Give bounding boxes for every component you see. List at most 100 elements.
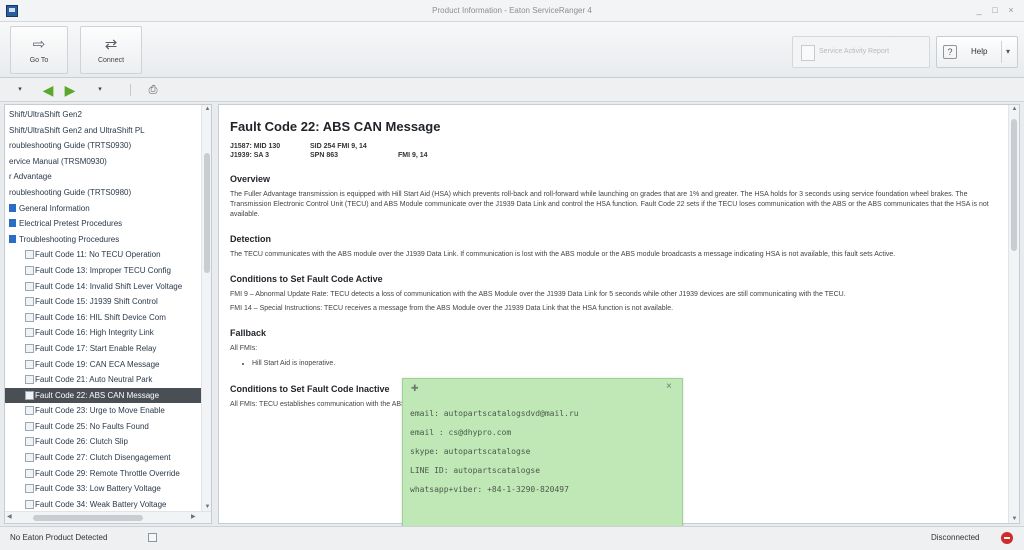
- scroll-thumb[interactable]: [204, 153, 210, 273]
- page-title: Fault Code 22: ABS CAN Message: [230, 119, 441, 134]
- document-vertical-scrollbar[interactable]: ▲ ▼: [1008, 105, 1019, 523]
- tree-item-label: Fault Code 22: ABS CAN Message: [35, 390, 160, 400]
- tree-item-fault-code[interactable]: Fault Code 16: High Integrity Link: [5, 325, 201, 341]
- page-icon: [25, 343, 34, 353]
- scroll-up-icon[interactable]: ▲: [204, 106, 211, 112]
- tree-item-fault-code[interactable]: Fault Code 11: No TECU Operation: [5, 247, 201, 263]
- tree-item-label: Fault Code 29: Remote Throttle Override: [35, 468, 180, 478]
- connect-button[interactable]: ⇄ Connect: [80, 26, 142, 74]
- help-icon: ?: [943, 45, 957, 59]
- tree-item[interactable]: Shift/UltraShift Gen2: [5, 107, 201, 123]
- tree-item-fault-code[interactable]: Fault Code 27: Clutch Disengagement: [5, 450, 201, 466]
- tree-item-label: Fault Code 17: Start Enable Relay: [35, 343, 157, 353]
- tree-item[interactable]: Troubleshooting Procedures: [5, 232, 201, 248]
- scroll-thumb[interactable]: [1011, 119, 1017, 251]
- pid-value: SID 254 FMI 9, 14: [310, 143, 367, 150]
- tree-item-fault-code[interactable]: Fault Code 15: J1939 Shift Control: [5, 294, 201, 310]
- tree-item-fault-code[interactable]: Fault Code 14: Invalid Shift Lever Volta…: [5, 279, 201, 295]
- popup-line: whatsapp+viber: +84-1-3290-820497: [410, 485, 569, 494]
- scroll-right-icon[interactable]: ▶: [191, 513, 196, 520]
- popup-lines: email: autopartscatalogsdvd@mail.ru emai…: [410, 404, 579, 499]
- close-icon[interactable]: ×: [666, 381, 672, 392]
- pid-value: J1939: SA 3: [230, 152, 270, 159]
- product-status-text: No Eaton Product Detected: [10, 533, 108, 542]
- service-activity-report-button[interactable]: Service Activity Report: [792, 36, 930, 68]
- tree-item[interactable]: Electrical Pretest Procedures: [5, 216, 201, 232]
- tree-item-label: Fault Code 15: J1939 Shift Control: [35, 297, 158, 307]
- tree-item-label: ervice Manual (TRSM0930): [9, 156, 107, 166]
- conditions-fmi14-text: FMI 14 – Special Instructions: TECU rece…: [230, 305, 674, 312]
- tree-item-fault-code[interactable]: Fault Code 21: Auto Neutral Park: [5, 372, 201, 388]
- tree-item-fault-code[interactable]: Fault Code 19: CAN ECA Message: [5, 357, 201, 373]
- forward-arrow-icon[interactable]: ▶: [62, 82, 78, 98]
- tree-item[interactable]: roubleshooting Guide (TRTS0930): [5, 138, 201, 154]
- tree-item-fault-code[interactable]: Fault Code 26: Clutch Slip: [5, 434, 201, 450]
- tree-item[interactable]: General Information: [5, 201, 201, 217]
- connection-status-text: Disconnected: [931, 533, 980, 542]
- help-label: Help: [971, 47, 988, 56]
- popup-line: email: autopartscatalogsdvd@mail.ru: [410, 409, 579, 418]
- connect-label: Connect: [97, 57, 125, 64]
- tree-item-fault-code[interactable]: Fault Code 23: Urge to Move Enable: [5, 403, 201, 419]
- tree-item-label: General Information: [19, 203, 90, 213]
- tree-item-label: Fault Code 27: Clutch Disengagement: [35, 453, 171, 463]
- scroll-thumb[interactable]: [33, 515, 143, 521]
- tree-item[interactable]: ervice Manual (TRSM0930): [5, 154, 201, 170]
- contact-popup: ✚ × email: autopartscatalogsdvd@mail.ru …: [402, 378, 683, 550]
- scroll-down-icon[interactable]: ▼: [1011, 516, 1018, 522]
- tree-horizontal-scrollbar[interactable]: ◀ ▶: [5, 511, 211, 523]
- pin-icon[interactable]: ✚: [411, 383, 419, 394]
- scroll-left-icon[interactable]: ◀: [7, 513, 12, 520]
- tree-item-label: roubleshooting Guide (TRTS0930): [9, 141, 132, 151]
- tree-item-label: Shift/UltraShift Gen2: [9, 110, 82, 119]
- go-to-label: Go To: [29, 57, 49, 64]
- tree-item[interactable]: r Advantage: [5, 169, 201, 185]
- go-to-button[interactable]: ⇨ Go To: [10, 26, 68, 74]
- print-icon[interactable]: ⎙: [146, 82, 160, 98]
- navigation-toolbar: ▾ ◀ ▶ ▾ ⎙: [0, 78, 1024, 102]
- tree-item-label: Fault Code 34: Weak Battery Voltage: [35, 499, 167, 509]
- tree-item-label: Troubleshooting Procedures: [19, 234, 120, 244]
- detection-heading: Detection: [230, 234, 272, 244]
- help-button[interactable]: ? Help ▾: [936, 36, 1018, 68]
- tree-item-label: Fault Code 21: Auto Neutral Park: [35, 375, 153, 385]
- disconnected-icon: [1001, 532, 1013, 544]
- go-to-icon: ⇨: [32, 36, 46, 53]
- history-dropdown-icon[interactable]: ▾: [94, 82, 106, 98]
- pid-row-j1587: J1587: MID 130 SID 254 FMI 9, 14: [230, 142, 1002, 151]
- page-icon: [25, 406, 34, 416]
- tree-item-fault-code[interactable]: Fault Code 33: Low Battery Voltage: [5, 481, 201, 497]
- tree-item-fault-code[interactable]: Fault Code 22: ABS CAN Message: [5, 387, 201, 404]
- page-icon: [25, 499, 34, 509]
- ribbon-toolbar: ⇨ Go To ⇄ Connect Service Activity Repor…: [0, 22, 1024, 78]
- help-dropdown-icon[interactable]: ▾: [1006, 37, 1010, 67]
- tree-item-fault-code[interactable]: Fault Code 17: Start Enable Relay: [5, 341, 201, 357]
- tree-item-fault-code[interactable]: Fault Code 25: No Faults Found: [5, 419, 201, 435]
- conditions-fmi9-text: FMI 9 – Abnormal Update Rate: TECU detec…: [230, 291, 846, 298]
- page-icon: [25, 375, 34, 385]
- tree-item-fault-code[interactable]: Fault Code 16: HIL Shift Device Com: [5, 310, 201, 326]
- document-content: Fault Code 22: ABS CAN Message J1587: MI…: [230, 119, 1002, 414]
- tree-item-fault-code[interactable]: Fault Code 29: Remote Throttle Override: [5, 466, 201, 482]
- close-button[interactable]: ×: [1004, 4, 1018, 17]
- overview-text: The Fuller Advantage transmission is equ…: [230, 191, 989, 218]
- popup-line: email : cs@dhypro.com: [410, 428, 512, 437]
- book-icon: [9, 234, 16, 243]
- tree-item[interactable]: Shift/UltraShift Gen2 and UltraShift PL: [5, 123, 201, 139]
- navigation-tree-panel: Shift/UltraShift Gen2 Shift/UltraShift Ge…: [4, 104, 212, 524]
- restore-button[interactable]: □: [988, 4, 1002, 17]
- scroll-down-icon[interactable]: ▼: [204, 504, 211, 510]
- window-title: Product Information - Eaton ServiceRange…: [432, 6, 592, 15]
- tree-item-fault-code[interactable]: Fault Code 13: Improper TECU Config: [5, 263, 201, 279]
- back-arrow-icon[interactable]: ◀: [40, 82, 56, 98]
- scroll-up-icon[interactable]: ▲: [1011, 106, 1018, 112]
- menu-dropdown-icon[interactable]: ▾: [14, 82, 26, 98]
- tree-item[interactable]: roubleshooting Guide (TRTS0980): [5, 185, 201, 201]
- popup-line: LINE ID: autopartscatalogse: [410, 466, 541, 475]
- minimize-button[interactable]: _: [972, 4, 986, 17]
- title-bar: Product Information - Eaton ServiceRange…: [0, 0, 1024, 22]
- tree-vertical-scrollbar[interactable]: ▲ ▼: [201, 105, 211, 511]
- connect-icon: ⇄: [104, 36, 118, 53]
- tree-item-label: Fault Code 16: High Integrity Link: [35, 328, 154, 338]
- tree-item-label: Shift/UltraShift Gen2 and UltraShift PL: [9, 125, 145, 135]
